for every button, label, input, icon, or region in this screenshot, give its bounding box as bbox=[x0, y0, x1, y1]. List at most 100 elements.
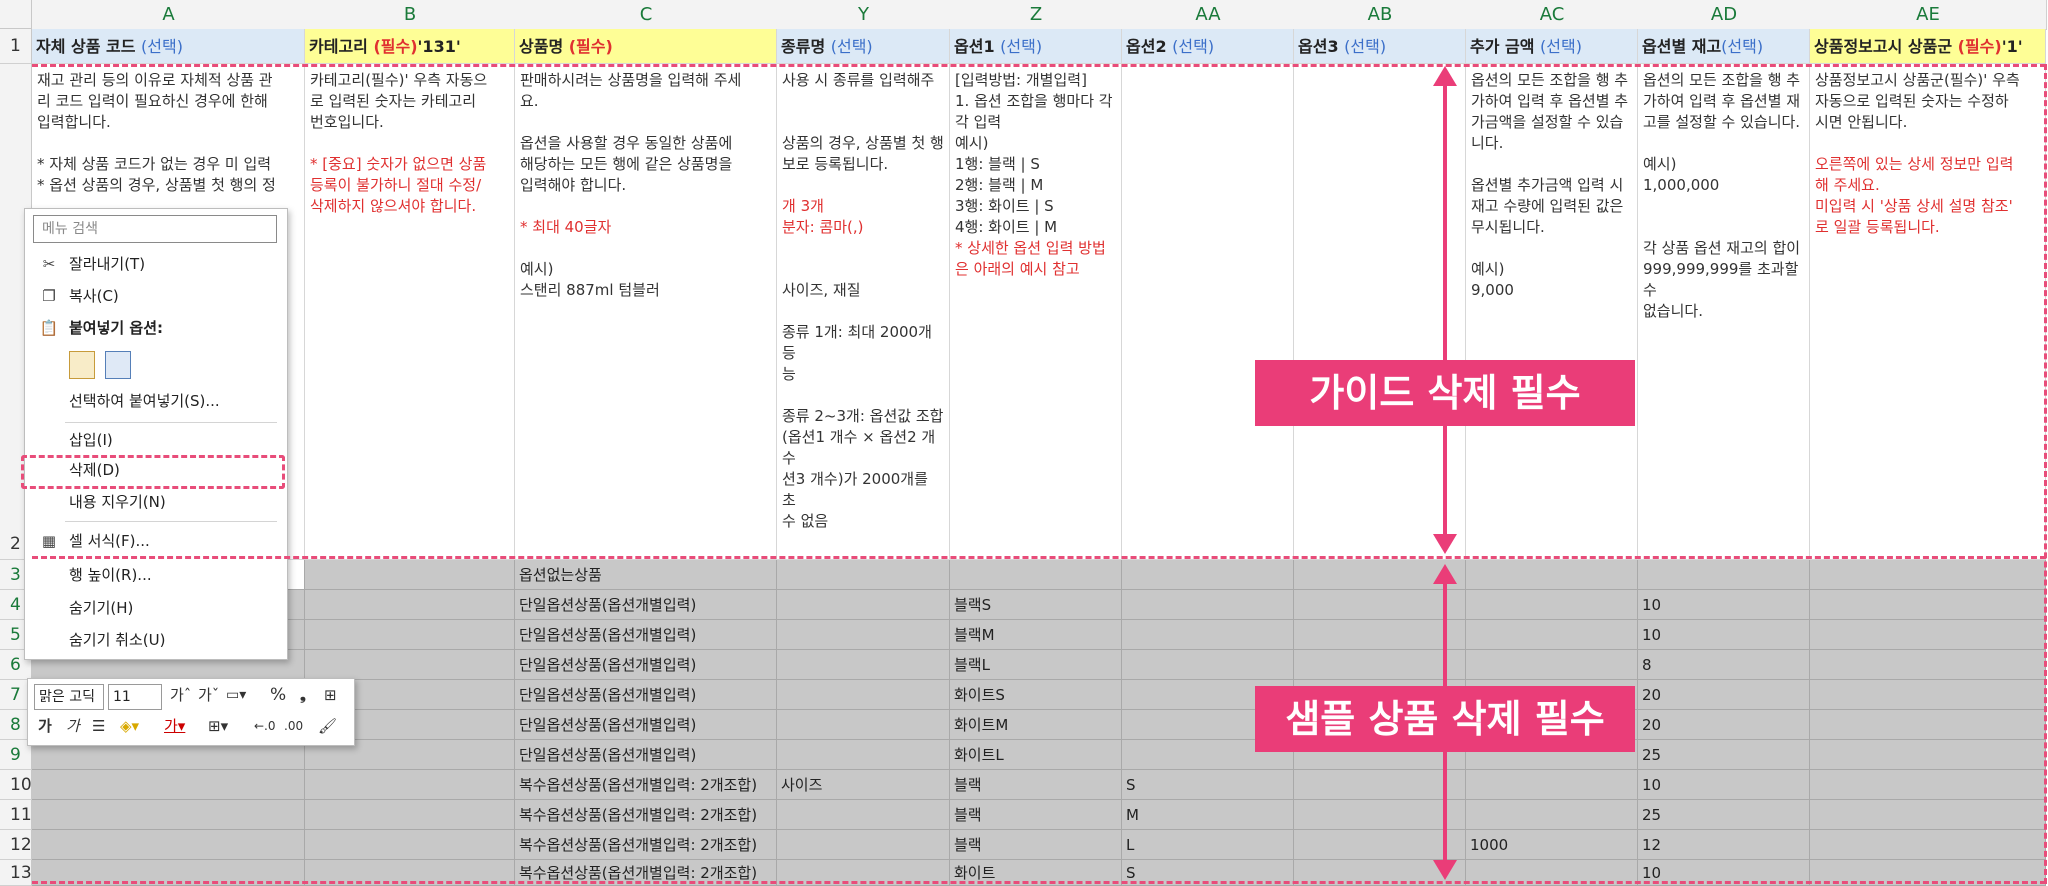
sample-cell[interactable]: 화이트S bbox=[950, 680, 1122, 710]
sample-cell[interactable] bbox=[777, 740, 950, 770]
sample-cell[interactable] bbox=[32, 830, 305, 860]
sample-cell[interactable]: 10 bbox=[1638, 770, 1810, 800]
sample-cell[interactable]: 25 bbox=[1638, 740, 1810, 770]
menu-item-copy[interactable]: ❐ 복사(C) bbox=[25, 281, 285, 311]
guide-cell[interactable]: 옵션의 모든 조합을 행 추 가하여 입력 후 옵션별 재 고를 설정할 수 있… bbox=[1638, 64, 1810, 560]
sample-cell[interactable] bbox=[777, 680, 950, 710]
sample-cell[interactable]: 옵션없는상품 bbox=[515, 560, 777, 590]
menu-item-unhide[interactable]: 숨기기 취소(U) bbox=[25, 625, 285, 655]
header-cell[interactable]: 종류명 (선택) bbox=[777, 29, 950, 64]
font-color-icon[interactable]: 가▾ bbox=[164, 713, 185, 739]
guide-cell[interactable]: 사용 시 종류를 입력해주 상품의 경우, 상품별 첫 행 보로 등록됩니다. … bbox=[777, 64, 950, 560]
sample-cell[interactable] bbox=[777, 560, 950, 590]
sample-cell[interactable]: 블랙 bbox=[950, 770, 1122, 800]
sample-cell[interactable] bbox=[1466, 560, 1638, 590]
paste-values-icon[interactable] bbox=[105, 351, 131, 379]
format-painter-icon[interactable]: 🖌 bbox=[318, 713, 337, 739]
header-cell[interactable]: 자체 상품 코드 (선택) bbox=[32, 29, 305, 64]
menu-item-row-height[interactable]: 행 높이(R)... bbox=[25, 560, 285, 590]
paste-option-icon[interactable] bbox=[69, 351, 95, 379]
row-header[interactable]: 12 bbox=[0, 830, 32, 860]
sample-cell[interactable] bbox=[1810, 590, 2046, 620]
sample-cell[interactable] bbox=[1810, 650, 2046, 680]
sample-cell[interactable] bbox=[305, 560, 515, 590]
comma-style-icon[interactable]: ❟ bbox=[300, 682, 306, 708]
sample-cell[interactable]: 단일옵션상품(옵션개별입력) bbox=[515, 740, 777, 770]
sample-cell[interactable]: 복수옵션상품(옵션개별입력: 2개조합) bbox=[515, 800, 777, 830]
sample-cell[interactable]: 20 bbox=[1638, 710, 1810, 740]
header-cell[interactable]: 상품명 (필수) bbox=[515, 29, 777, 64]
font-size-select[interactable]: 11 bbox=[108, 684, 162, 710]
sample-cell[interactable]: 단일옵션상품(옵션개별입력) bbox=[515, 650, 777, 680]
sample-cell[interactable]: 8 bbox=[1638, 650, 1810, 680]
header-cell[interactable]: 옵션3 (선택) bbox=[1294, 29, 1466, 64]
guide-cell[interactable]: 옵션의 모든 조합을 행 추 가하여 입력 후 옵션별 추 가금액을 설정할 수… bbox=[1466, 64, 1638, 560]
sample-cell[interactable]: 12 bbox=[1638, 830, 1810, 860]
sample-cell[interactable]: 복수옵션상품(옵션개별입력: 2개조합) bbox=[515, 830, 777, 860]
menu-item-paste-special[interactable]: 선택하여 붙여넣기(S)... bbox=[25, 386, 285, 416]
sample-cell[interactable] bbox=[777, 620, 950, 650]
guide-cell[interactable] bbox=[1122, 64, 1294, 560]
sample-cell[interactable]: 단일옵션상품(옵션개별입력) bbox=[515, 710, 777, 740]
sample-cell[interactable] bbox=[305, 800, 515, 830]
sample-cell[interactable] bbox=[1466, 770, 1638, 800]
sample-cell[interactable] bbox=[1466, 650, 1638, 680]
menu-item-format-cells[interactable]: ▦ 셀 서식(F)... bbox=[25, 526, 285, 556]
sample-cell[interactable] bbox=[777, 830, 950, 860]
sample-cell[interactable] bbox=[1810, 560, 2046, 590]
decrease-decimal-icon[interactable]: .00 bbox=[284, 713, 303, 739]
sample-cell[interactable] bbox=[305, 620, 515, 650]
sample-cell[interactable] bbox=[777, 800, 950, 830]
sample-cell[interactable] bbox=[1810, 800, 2046, 830]
increase-decimal-icon[interactable]: ←.0 bbox=[254, 713, 276, 739]
sample-cell[interactable] bbox=[305, 770, 515, 800]
column-header[interactable]: Y bbox=[777, 0, 951, 30]
row-header[interactable]: 10 bbox=[0, 770, 32, 800]
sample-cell[interactable] bbox=[1638, 560, 1810, 590]
sample-cell[interactable]: S bbox=[1122, 770, 1294, 800]
sample-cell[interactable]: 10 bbox=[1638, 590, 1810, 620]
row-header[interactable]: 11 bbox=[0, 800, 32, 830]
sample-cell[interactable] bbox=[1122, 650, 1294, 680]
header-cell[interactable]: 카테고리 (필수)'131' bbox=[305, 29, 515, 64]
column-header[interactable]: A bbox=[32, 0, 306, 30]
sample-cell[interactable] bbox=[1810, 680, 2046, 710]
header-cell[interactable]: 옵션2 (선택) bbox=[1122, 29, 1294, 64]
menu-item-clear-contents[interactable]: 내용 지우기(N) bbox=[25, 487, 285, 517]
column-header[interactable]: AB bbox=[1294, 0, 1467, 30]
guide-cell[interactable]: 카테고리(필수)' 우측 자동으 로 입력된 숫자는 카테고리 번호입니다. *… bbox=[305, 64, 515, 560]
guide-cell[interactable]: 상품정보고시 상품군(필수)' 우측 자동으로 입력된 숫자는 수정하 시면 안… bbox=[1810, 64, 2046, 560]
sample-cell[interactable]: 화이트M bbox=[950, 710, 1122, 740]
sample-cell[interactable] bbox=[1810, 830, 2046, 860]
sample-cell[interactable] bbox=[1810, 770, 2046, 800]
borders-icon[interactable]: ⊞▾ bbox=[208, 713, 228, 739]
sample-cell[interactable] bbox=[1122, 620, 1294, 650]
sample-cell[interactable] bbox=[305, 590, 515, 620]
sample-cell[interactable]: 블랙 bbox=[950, 800, 1122, 830]
sample-cell[interactable]: 블랙L bbox=[950, 650, 1122, 680]
decrease-font-icon[interactable]: 가ˇ bbox=[198, 682, 219, 708]
sample-cell[interactable] bbox=[777, 710, 950, 740]
sample-cell[interactable] bbox=[32, 800, 305, 830]
sample-cell[interactable]: 1000 bbox=[1466, 830, 1638, 860]
sample-cell[interactable] bbox=[1466, 590, 1638, 620]
sample-cell[interactable] bbox=[305, 650, 515, 680]
sample-cell[interactable]: 블랙M bbox=[950, 620, 1122, 650]
column-header[interactable]: B bbox=[305, 0, 516, 30]
guide-cell[interactable]: [입력방법: 개별입력] 1. 옵션 조합을 행마다 각각 입력 예시) 1행:… bbox=[950, 64, 1122, 560]
column-header[interactable]: AD bbox=[1638, 0, 1811, 30]
sample-cell[interactable]: 화이트L bbox=[950, 740, 1122, 770]
sample-cell[interactable]: 복수옵션상품(옵션개별입력: 2개조합) bbox=[515, 770, 777, 800]
percent-icon[interactable]: % bbox=[270, 682, 286, 708]
menu-search-input[interactable]: 메뉴 검색 bbox=[33, 215, 277, 243]
sample-cell[interactable]: 10 bbox=[1638, 620, 1810, 650]
sample-cell[interactable]: 20 bbox=[1638, 680, 1810, 710]
menu-item-cut[interactable]: ✂ 잘라내기(T) bbox=[25, 249, 285, 279]
sample-cell[interactable]: 블랙 bbox=[950, 830, 1122, 860]
sample-cell[interactable] bbox=[1466, 620, 1638, 650]
sample-cell[interactable]: 25 bbox=[1638, 800, 1810, 830]
select-all-corner[interactable] bbox=[0, 0, 32, 29]
sample-cell[interactable] bbox=[1122, 590, 1294, 620]
column-header[interactable]: AE bbox=[1810, 0, 2047, 30]
sample-cell[interactable] bbox=[1466, 800, 1638, 830]
